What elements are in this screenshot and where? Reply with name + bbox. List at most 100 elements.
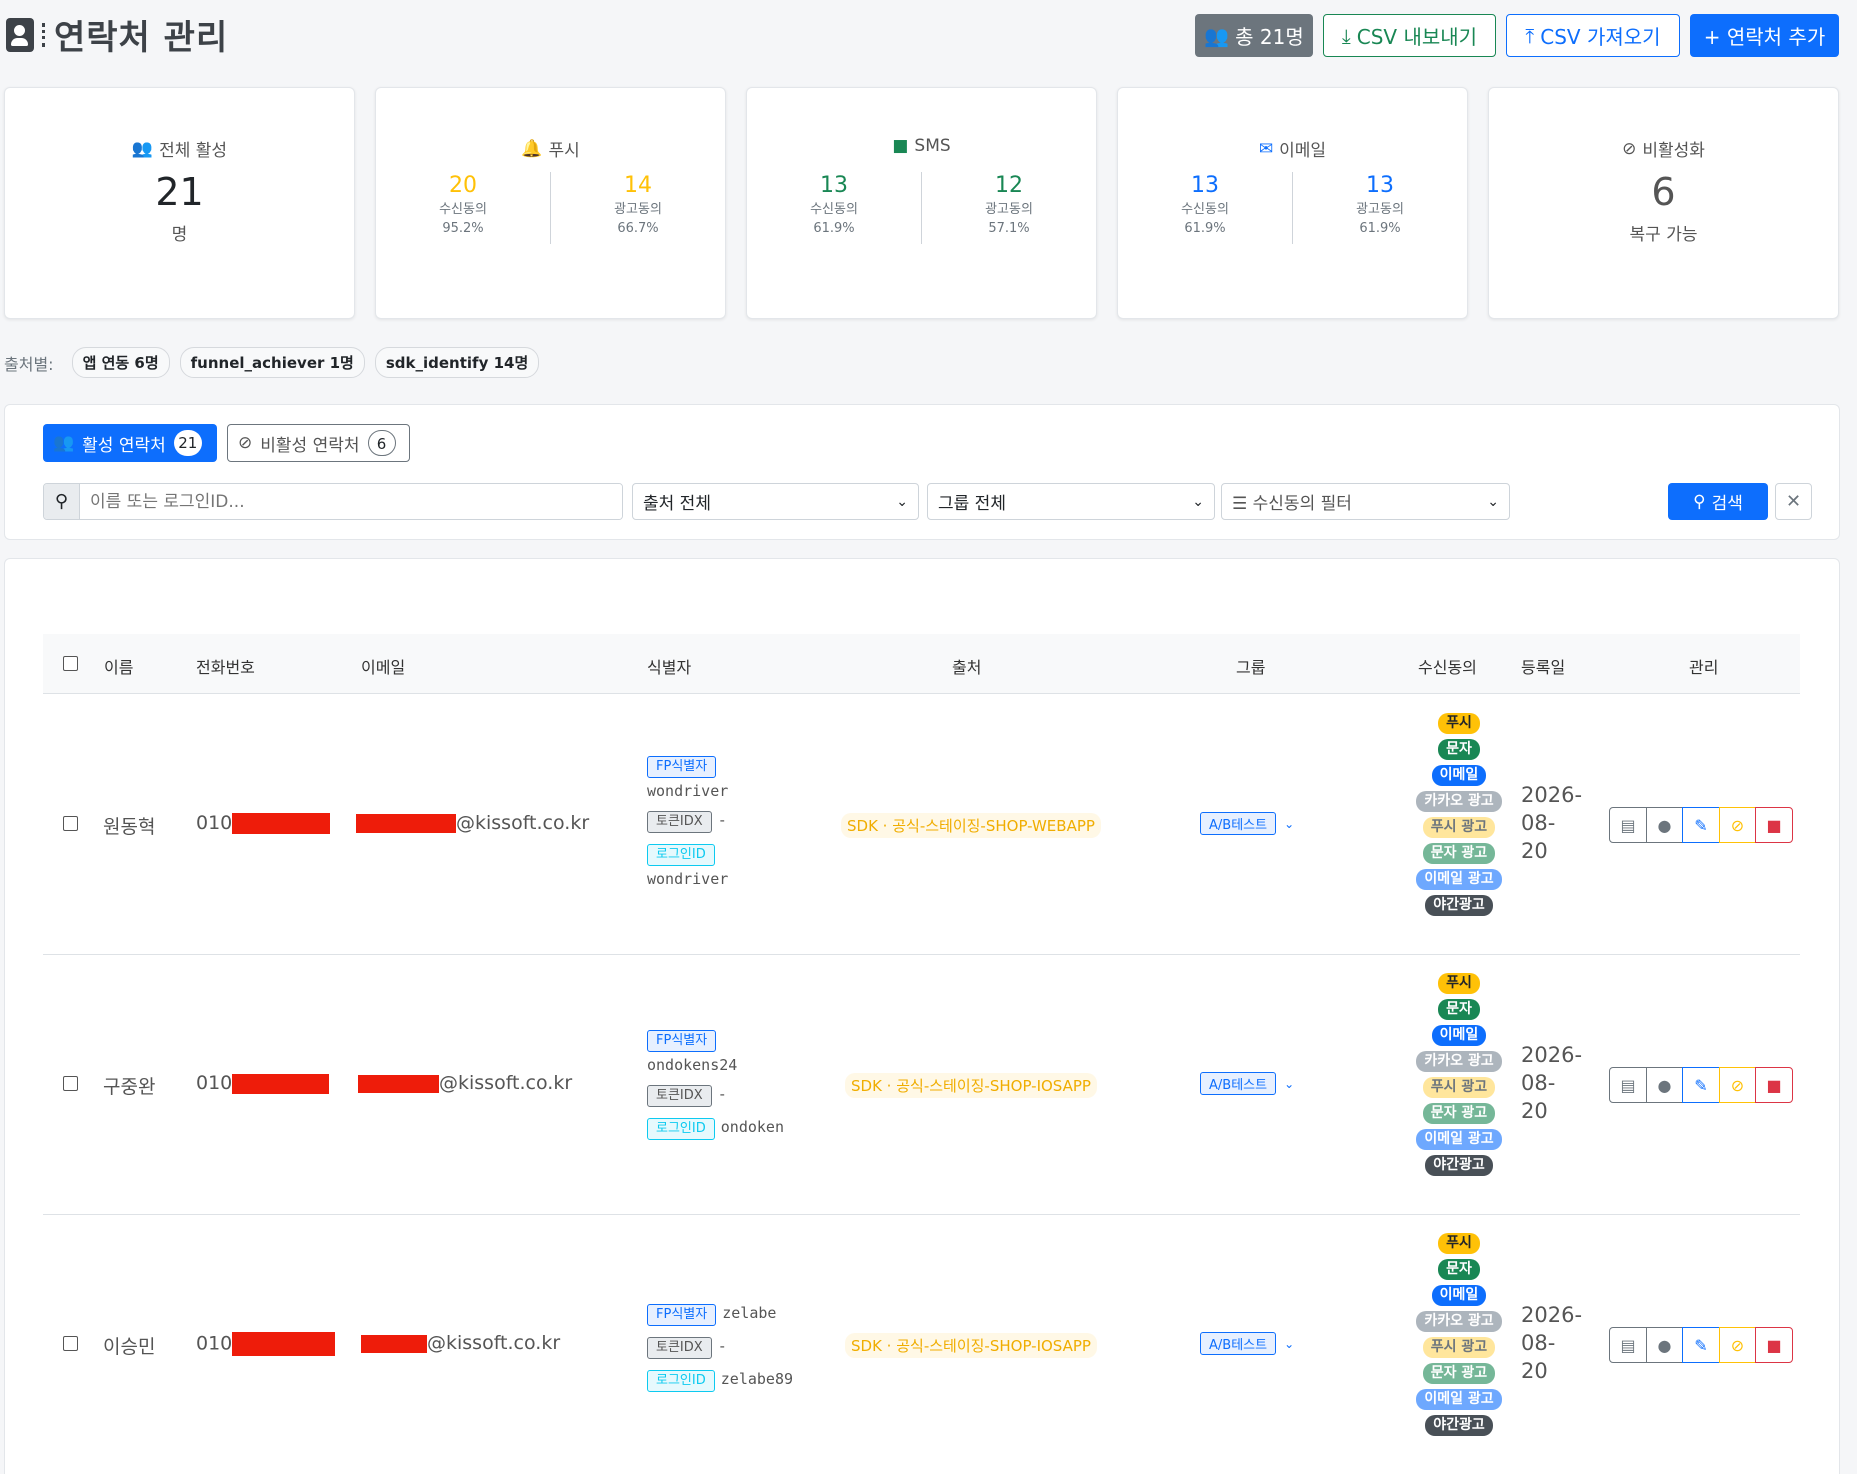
- contact-card-button[interactable]: ▤: [1609, 1067, 1647, 1103]
- deactivate-button[interactable]: ⊘: [1718, 1327, 1757, 1363]
- stat-push-ad-value: 14: [624, 173, 652, 198]
- registered-date: 2026- 08- 20: [1521, 781, 1582, 865]
- tab-inactive-label: 비활성 연락처: [260, 435, 360, 456]
- group-cell[interactable]: A/B테스트 ⌄: [1200, 1072, 1294, 1095]
- tab-inactive-contacts[interactable]: ⊘ 비활성 연락처 6: [227, 424, 410, 462]
- tab-active-label: 활성 연락처: [82, 435, 166, 456]
- date-day: 20: [1521, 1359, 1548, 1383]
- stat-push-title: 푸시: [548, 141, 580, 161]
- delete-button[interactable]: ■: [1755, 807, 1793, 843]
- fp-id-value: ondokens24: [647, 1056, 738, 1074]
- token-idx-value: -: [717, 811, 727, 829]
- consent-push-ad: 푸시 광고: [1422, 817, 1496, 838]
- send-message-button[interactable]: ●: [1645, 1327, 1684, 1363]
- stat-push-ad: 14 광고동의 66.7%: [551, 172, 725, 244]
- page-title-text: 연락처 관리: [54, 18, 229, 58]
- stat-sms-consent: 13 수신동의 61.9%: [747, 172, 921, 244]
- add-contact-label: + 연락처 추가: [1703, 25, 1826, 49]
- edit-button[interactable]: ✎: [1682, 807, 1720, 843]
- contact-card-button[interactable]: ▤: [1609, 1327, 1647, 1363]
- email-redaction: [358, 1074, 439, 1093]
- login-id-badge: 로그인ID: [647, 844, 715, 866]
- source-chip-app[interactable]: 앱 연동 6명: [71, 347, 170, 378]
- chevron-down-icon: ⌄: [1284, 1336, 1295, 1351]
- csv-export-button[interactable]: ⤓ CSV 내보내기: [1323, 14, 1496, 57]
- date-year: 2026-: [1521, 1303, 1583, 1327]
- date-year: 2026-: [1521, 1043, 1583, 1067]
- group-cell[interactable]: A/B테스트 ⌄: [1200, 1332, 1294, 1355]
- contact-name[interactable]: 구중완: [103, 1072, 155, 1099]
- date-month: 08-: [1521, 1331, 1556, 1355]
- consent-night-ad: 야간광고: [1425, 895, 1493, 916]
- search-group: ⚲: [43, 483, 623, 520]
- col-group: 그룹: [1236, 658, 1266, 677]
- contact-name[interactable]: 이승민: [103, 1332, 155, 1359]
- tab-active-contacts[interactable]: 👥 활성 연락처 21: [43, 424, 217, 462]
- col-phone: 전화번호: [196, 658, 255, 677]
- total-count-badge: 👥 총 21명: [1195, 14, 1313, 57]
- stat-sms-consent-label: 수신동의: [810, 202, 858, 217]
- group-filter-select[interactable]: 그룹 전체 ⌄: [927, 483, 1215, 520]
- stat-email-consent: 13 수신동의 61.9%: [1118, 172, 1292, 244]
- contact-phone: 010: [196, 1332, 336, 1356]
- chevron-down-icon: ⌄: [896, 493, 908, 510]
- col-consent: 수신동의: [1418, 658, 1477, 677]
- csv-import-button[interactable]: ⤒ CSV 가져오기: [1506, 14, 1680, 57]
- consent-filter-select[interactable]: ☰ 수신동의 필터 ⌄: [1221, 483, 1510, 520]
- deactivate-button[interactable]: ⊘: [1718, 807, 1757, 843]
- phone-redaction: [232, 1073, 330, 1094]
- chat-icon: ●: [1657, 1335, 1672, 1355]
- stat-card-inactive: ⊘ 비활성화 6 복구 가능: [1488, 87, 1839, 319]
- contact-card-button[interactable]: ▤: [1609, 807, 1647, 843]
- select-all-checkbox[interactable]: [63, 656, 78, 671]
- deactivate-button[interactable]: ⊘: [1718, 1067, 1757, 1103]
- add-contact-button[interactable]: + 연락처 추가: [1690, 14, 1839, 57]
- stat-card-sms: ■ SMS 13 수신동의 61.9% 12 광고동의 57.1%: [746, 87, 1097, 319]
- edit-button[interactable]: ✎: [1682, 1067, 1720, 1103]
- search-button[interactable]: ⚲ 검색: [1668, 483, 1768, 520]
- stat-push-ad-pct: 66.7%: [617, 221, 659, 236]
- stat-email-ad-pct: 61.9%: [1359, 221, 1401, 236]
- trash-icon: ■: [1766, 1075, 1782, 1095]
- envelope-icon: ✉: [1258, 138, 1274, 159]
- source-chip-sdk[interactable]: sdk_identify 14명: [374, 347, 540, 378]
- consent-sms-ad: 문자 광고: [1422, 843, 1496, 864]
- table-header: 이름 전화번호 이메일 식별자 출처 그룹 수신동의 등록일 관리: [43, 634, 1800, 694]
- users-icon: 👥: [53, 433, 75, 453]
- eye-slash-icon: ⊘: [1622, 138, 1637, 159]
- source-chip-funnel[interactable]: funnel_achiever 1명: [179, 347, 365, 378]
- consent-sms: 문자: [1438, 1259, 1480, 1280]
- source-badge: SDK · 공식-스테이징-SHOP-WEBAPP: [841, 813, 1101, 838]
- source-filter-select[interactable]: 출처 전체 ⌄: [632, 483, 919, 520]
- clear-filter-button[interactable]: ✕: [1775, 483, 1812, 520]
- id-card-icon: ▤: [1620, 1335, 1636, 1355]
- consent-night-ad: 야간광고: [1425, 1155, 1493, 1176]
- chevron-down-icon: ⌄: [1192, 493, 1204, 510]
- send-message-button[interactable]: ●: [1645, 1067, 1684, 1103]
- stat-sms-title: SMS: [914, 136, 951, 156]
- group-cell[interactable]: A/B테스트 ⌄: [1200, 812, 1294, 835]
- stat-email-ad-value: 13: [1366, 173, 1394, 198]
- source-badge: SDK · 공식-스테이징-SHOP-IOSAPP: [845, 1333, 1097, 1358]
- delete-button[interactable]: ■: [1755, 1067, 1793, 1103]
- search-input[interactable]: [80, 484, 622, 519]
- users-icon: 👥: [1204, 23, 1230, 48]
- trash-icon: ■: [1766, 1335, 1782, 1355]
- send-message-button[interactable]: ●: [1645, 807, 1684, 843]
- contact-name[interactable]: 원동혁: [103, 812, 155, 839]
- delete-button[interactable]: ■: [1755, 1327, 1793, 1363]
- phone-redaction: [232, 813, 331, 834]
- bell-icon: 🔔: [521, 138, 543, 159]
- col-name[interactable]: 이름: [104, 654, 133, 678]
- col-registered[interactable]: 등록일: [1521, 654, 1565, 678]
- stat-sms-ad-value: 12: [995, 173, 1023, 198]
- consent-email: 이메일: [1431, 1025, 1487, 1046]
- stat-active-title: 전체 활성: [159, 141, 228, 161]
- edit-icon: ✎: [1694, 1075, 1708, 1095]
- eye-slash-icon: ⊘: [1730, 1075, 1745, 1095]
- row-checkbox[interactable]: [63, 1076, 78, 1091]
- row-checkbox[interactable]: [63, 1336, 78, 1351]
- row-checkbox[interactable]: [63, 816, 78, 831]
- edit-button[interactable]: ✎: [1682, 1327, 1720, 1363]
- fp-id-badge: FP식별자: [647, 1304, 717, 1326]
